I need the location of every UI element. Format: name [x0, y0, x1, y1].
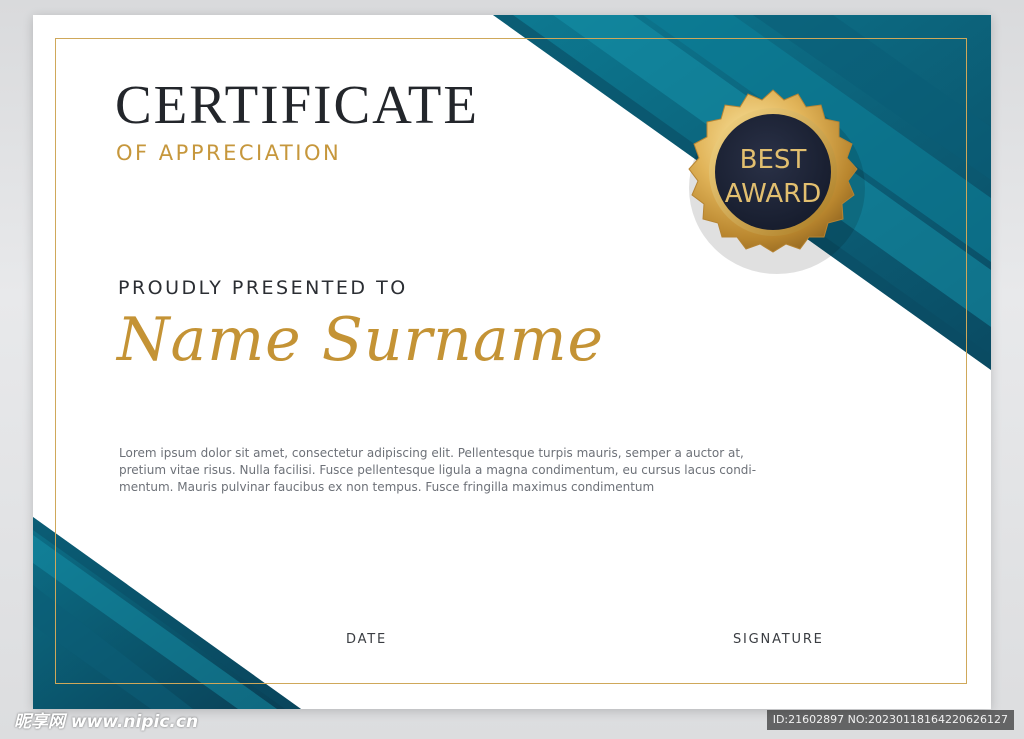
body-paragraph: Lorem ipsum dolor sit amet, consectetur …: [119, 445, 799, 496]
badge-line-best: BEST: [739, 145, 807, 175]
watermark-bar: 昵享网 www.nipic.cn ID:21602897 NO:20230118…: [0, 710, 1024, 739]
body-line: Lorem ipsum dolor sit amet, consectetur …: [119, 446, 744, 460]
certificate-title: CERTIFICATE: [115, 74, 479, 135]
body-line: mentum. Mauris pulvinar faucibus ex non …: [119, 480, 655, 494]
signature-label: SIGNATURE: [733, 632, 824, 647]
bottom-left-stripes: [33, 517, 301, 709]
watermark-logo: 昵享网 www.nipic.cn: [14, 712, 199, 732]
badge-label: BEST AWARD: [673, 143, 873, 211]
badge-line-award: AWARD: [724, 179, 822, 209]
certificate-card: CERTIFICATE OF APPRECIATION PROUDLY PRES…: [33, 15, 991, 709]
presented-to-label: PROUDLY PRESENTED TO: [118, 277, 408, 299]
certificate-subtitle: OF APPRECIATION: [116, 141, 342, 165]
watermark-id: ID:21602897 NO:20230118164220626127: [766, 710, 1014, 730]
date-label: DATE: [346, 632, 388, 647]
award-badge: BEST AWARD: [673, 80, 873, 280]
body-line: pretium vitae risus. Nulla facilisi. Fus…: [119, 463, 757, 477]
recipient-name: Name Surname: [117, 305, 604, 375]
